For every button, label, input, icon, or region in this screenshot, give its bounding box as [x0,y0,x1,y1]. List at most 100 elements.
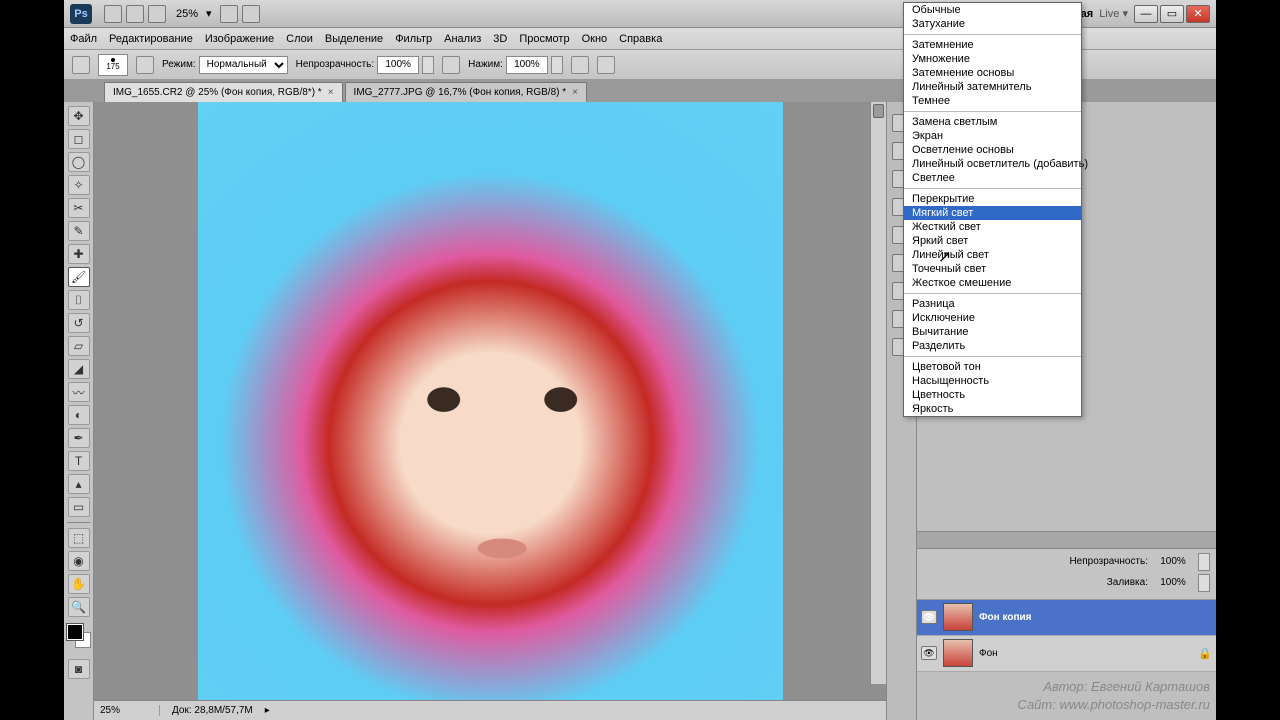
visibility-icon[interactable]: 👁 [921,646,937,660]
blur-tool[interactable]: 〰 [68,382,90,402]
blend-mode-item[interactable]: Мягкий свет [904,206,1081,220]
pressure-opacity-icon[interactable] [442,56,460,74]
pressure-size-icon[interactable] [597,56,615,74]
menu-3d[interactable]: 3D [493,33,507,45]
blend-mode-menu[interactable]: ОбычныеЗатухание ЗатемнениеУмножениеЗатем… [903,2,1082,417]
menu-file[interactable]: Файл [70,33,97,45]
blend-mode-item[interactable]: Разница [904,297,1081,311]
mode-select[interactable]: Нормальный [199,56,288,74]
blend-mode-item[interactable]: Светлее [904,171,1081,185]
minimize-button[interactable]: — [1134,5,1158,23]
close-button[interactable]: ✕ [1186,5,1210,23]
tab-close-icon[interactable]: × [572,87,578,98]
brush-tool[interactable]: 🖌 [68,267,90,287]
lasso-tool[interactable]: ◯ [68,152,90,172]
blend-mode-item[interactable]: Жесткое смешение [904,276,1081,290]
blend-mode-item[interactable]: Затухание [904,17,1081,31]
airbrush-icon[interactable] [571,56,589,74]
healing-tool[interactable]: ✚ [68,244,90,264]
blend-mode-item[interactable]: Темнее [904,94,1081,108]
blend-mode-item[interactable]: Замена светлым [904,115,1081,129]
opacity-value[interactable]: 100% [377,56,419,74]
tab-close-icon[interactable]: × [328,87,334,98]
type-tool[interactable]: T [68,451,90,471]
color-swatches[interactable] [67,624,91,650]
blend-mode-item[interactable]: Экран [904,129,1081,143]
layer-thumb[interactable] [943,603,973,631]
minibridge-icon[interactable] [126,5,144,23]
blend-mode-item[interactable]: Цветовой тон [904,360,1081,374]
status-flyout-icon[interactable]: ▸ [265,705,270,716]
quickmask-tool[interactable]: ◙ [68,659,90,679]
layer-row[interactable]: 👁 Фон 🔒 [917,636,1216,672]
blend-mode-item[interactable]: Исключение [904,311,1081,325]
zoom-percent[interactable]: 25% [176,8,198,20]
layer-fill-value[interactable]: 100% [1152,577,1194,588]
3d-camera-tool[interactable]: ◉ [68,551,90,571]
blend-mode-item[interactable]: Затемнение основы [904,66,1081,80]
blend-mode-item[interactable]: Точечный свет [904,262,1081,276]
blend-mode-item[interactable]: Линейный осветлитель (добавить) [904,157,1081,171]
document-canvas[interactable] [198,102,783,700]
blend-mode-item[interactable]: Насыщенность [904,374,1081,388]
blend-mode-item[interactable]: Цветность [904,388,1081,402]
screen-mode-icon[interactable] [242,5,260,23]
opacity-flyout-icon[interactable] [422,56,434,74]
menu-edit[interactable]: Редактирование [109,33,193,45]
history-brush-tool[interactable]: ↺ [68,313,90,333]
dodge-tool[interactable]: ◐ [68,405,90,425]
blend-mode-item[interactable]: Затемнение [904,38,1081,52]
menu-filter[interactable]: Фильтр [395,33,432,45]
tab-doc-1[interactable]: IMG_1655.CR2 @ 25% (Фон копия, RGB/8*) *… [104,82,343,102]
brush-panel-icon[interactable] [136,56,154,74]
flow-flyout-icon[interactable] [551,56,563,74]
blend-mode-item[interactable]: Осветление основы [904,143,1081,157]
shape-tool[interactable]: ▭ [68,497,90,517]
brush-preview[interactable]: 175 [98,54,128,76]
menu-analysis[interactable]: Анализ [444,33,481,45]
menu-window[interactable]: Окно [582,33,608,45]
menu-view[interactable]: Просмотр [519,33,569,45]
pen-tool[interactable]: ✒ [68,428,90,448]
vertical-scrollbar[interactable] [870,102,886,684]
stamp-tool[interactable]: ⌷ [68,290,90,310]
layer-row[interactable]: 👁 Фон копия [917,600,1216,636]
fg-color[interactable] [67,624,83,640]
zoom-tool[interactable]: 🔍 [68,597,90,617]
blend-mode-item[interactable]: Разделить [904,339,1081,353]
menu-help[interactable]: Справка [619,33,662,45]
status-zoom[interactable]: 25% [100,705,160,716]
blend-mode-item[interactable]: Перекрытие [904,192,1081,206]
layer-thumb[interactable] [943,639,973,667]
dropdown-caret-icon[interactable]: ▾ [206,7,212,20]
tool-preset-icon[interactable] [72,56,90,74]
opacity-flyout-icon[interactable] [1198,553,1210,571]
menu-layer[interactable]: Слои [286,33,313,45]
marquee-tool[interactable]: ◻ [68,129,90,149]
path-select-tool[interactable]: ▴ [68,474,90,494]
visibility-icon[interactable]: 👁 [921,610,937,624]
flow-value[interactable]: 100% [506,56,548,74]
bridge-icon[interactable] [104,5,122,23]
blend-mode-item[interactable]: Умножение [904,52,1081,66]
blend-mode-item[interactable]: Обычные [904,3,1081,17]
arrange-icon[interactable] [220,5,238,23]
blend-mode-item[interactable]: Жесткий свет [904,220,1081,234]
hand-tool[interactable]: ✋ [68,574,90,594]
blend-mode-item[interactable]: Линейный затемнитель [904,80,1081,94]
maximize-button[interactable]: ▭ [1160,5,1184,23]
fill-flyout-icon[interactable] [1198,574,1210,592]
blend-mode-item[interactable]: Линейный свет [904,248,1081,262]
cs-live[interactable]: Live ▾ [1099,7,1128,20]
blend-mode-item[interactable]: Вычитание [904,325,1081,339]
blend-mode-item[interactable]: Яркий свет [904,234,1081,248]
move-tool[interactable]: ✥ [68,106,90,126]
menu-select[interactable]: Выделение [325,33,383,45]
gradient-tool[interactable]: ◢ [68,359,90,379]
crop-tool[interactable]: ✂ [68,198,90,218]
eyedropper-tool[interactable]: ✎ [68,221,90,241]
menu-image[interactable]: Изображение [205,33,274,45]
blend-mode-item[interactable]: Яркость [904,402,1081,416]
eraser-tool[interactable]: ▱ [68,336,90,356]
wand-tool[interactable]: ✧ [68,175,90,195]
